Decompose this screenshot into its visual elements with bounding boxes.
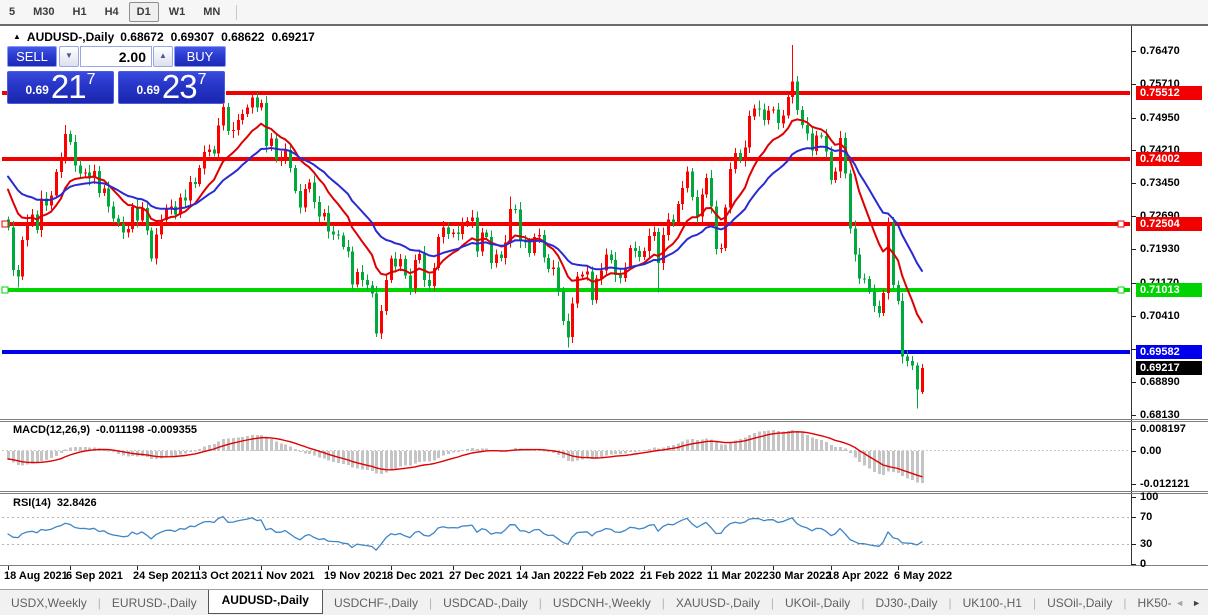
buy-button[interactable]: BUY <box>174 46 226 67</box>
chart-tab-audusd[interactable]: AUDUSD-,Daily <box>208 589 323 614</box>
mt4-window: { "toolbar": { "timeframes": ["5","M30",… <box>0 0 1208 615</box>
chart-tab-usdx[interactable]: USDX,Weekly <box>0 593 98 613</box>
volume-decrease-button[interactable]: ▼ <box>59 46 79 67</box>
toolbar-divider <box>0 24 1208 26</box>
sell-button[interactable]: SELL <box>7 46 57 67</box>
collapse-triangle-icon[interactable]: ▲ <box>13 32 21 41</box>
macd-values: -0.011198 -0.009355 <box>96 424 197 436</box>
timeframe-button-5[interactable]: 5 <box>1 2 23 22</box>
buy-price-pips: 23 <box>162 73 197 101</box>
chart-tab-eurusd[interactable]: EURUSD-,Daily <box>101 593 208 613</box>
macd-name: MACD(12,26,9) <box>13 424 90 436</box>
one-click-trade-panel: SELL ▼ ▲ BUY 0.69 21 7 0.69 23 7 <box>7 46 226 104</box>
chart-tab-bar: USDX,Weekly|EURUSD-,DailyAUDUSD-,DailyUS… <box>0 589 1208 615</box>
volume-input[interactable] <box>80 46 152 67</box>
timeframe-button-m30[interactable]: M30 <box>25 2 62 22</box>
volume-increase-button[interactable]: ▲ <box>153 46 173 67</box>
timeframe-button-d1[interactable]: D1 <box>129 2 159 22</box>
timeframe-button-h4[interactable]: H4 <box>97 2 127 22</box>
chart-tab-dj30[interactable]: DJ30-,Daily <box>864 593 948 613</box>
chart-tab-usoil[interactable]: USOil-,Daily <box>1036 593 1123 613</box>
chart-tab-usdcnh[interactable]: USDCNH-,Weekly <box>542 593 662 613</box>
ohlc-low: 0.68622 <box>221 30 264 44</box>
chart-tab-xauusd[interactable]: XAUUSD-,Daily <box>665 593 771 613</box>
tab-scroll-right-icon[interactable]: ► <box>1192 598 1201 608</box>
ohlc-high: 0.69307 <box>171 30 214 44</box>
ohlc-open: 0.68672 <box>120 30 163 44</box>
rsi-name: RSI(14) <box>13 497 51 509</box>
sell-price-prefix: 0.69 <box>26 83 49 97</box>
timeframe-button-h1[interactable]: H1 <box>65 2 95 22</box>
chart-tab-usdcad[interactable]: USDCAD-,Daily <box>432 593 539 613</box>
timeframe-toolbar: 5M30H1H4D1W1MN <box>0 0 1208 24</box>
macd-indicator-label: MACD(12,26,9) -0.011198 -0.009355 <box>13 424 197 436</box>
chart-tab-ukoil[interactable]: UKOil-,Daily <box>774 593 861 613</box>
ohlc-close: 0.69217 <box>271 30 314 44</box>
rsi-indicator-label: RSI(14) 32.8426 <box>13 497 97 509</box>
rsi-value: 32.8426 <box>57 497 97 509</box>
sell-price-pips: 21 <box>51 73 86 101</box>
buy-price-display[interactable]: 0.69 23 7 <box>118 71 225 104</box>
chart-tab-uk100[interactable]: UK100-,H1 <box>952 593 1033 613</box>
chart-tab-usdchf[interactable]: USDCHF-,Daily <box>323 593 429 613</box>
chart-title: ▲ AUDUSD-,Daily 0.68672 0.69307 0.68622 … <box>13 30 315 44</box>
toolbar-separator <box>236 5 237 20</box>
timeframe-button-mn[interactable]: MN <box>195 2 228 22</box>
tab-scroll-arrows: ◄► <box>1171 590 1205 615</box>
sell-price-point: 7 <box>87 71 96 89</box>
symbol-period-label: AUDUSD-,Daily <box>27 30 114 44</box>
sell-price-display[interactable]: 0.69 21 7 <box>7 71 114 104</box>
buy-price-prefix: 0.69 <box>137 83 160 97</box>
tab-scroll-left-icon[interactable]: ◄ <box>1175 598 1184 608</box>
buy-price-point: 7 <box>198 71 207 89</box>
timeframe-button-w1[interactable]: W1 <box>161 2 194 22</box>
